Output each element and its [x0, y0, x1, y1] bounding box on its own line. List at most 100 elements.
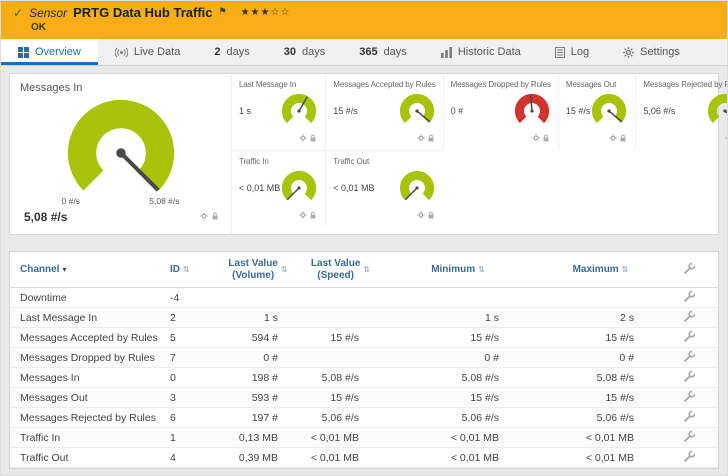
gauge-dial [398, 169, 436, 207]
priority-stars[interactable]: ★★★☆☆ [241, 7, 291, 18]
channel-row-traffic-in[interactable]: Traffic In10,13 MB< 0,01 MB< 0,01 MB< 0,… [10, 428, 718, 448]
gauge-actions [566, 129, 629, 147]
column-header-settings [668, 262, 708, 278]
channel-row-last-message-in[interactable]: Last Message In21 s1 s2 s [10, 308, 718, 328]
column-header-speed[interactable]: Last Value (Speed)⇅ [298, 258, 383, 282]
gauge-actions [333, 206, 435, 224]
gauge-lock-icon[interactable] [427, 129, 435, 147]
cell-id: 6 [170, 412, 218, 424]
gauge-traffic-out: Traffic Out< 0,01 MB [325, 150, 442, 226]
cell-max: < 0,01 MB [533, 452, 668, 464]
sort-icon: ⇅ [281, 265, 288, 274]
cell-id: 1 [170, 432, 218, 444]
main-gauge-label: Messages In [20, 82, 221, 94]
gauge-value: 0 # [451, 106, 464, 116]
channel-row-messages-rejected-by-rules[interactable]: Messages Rejected by Rules6197 #5,06 #/s… [10, 408, 718, 428]
priority-flag-icon[interactable]: ⚑ [219, 6, 227, 17]
cell-speed: < 0,01 MB [298, 432, 383, 444]
channel-table-body: Downtime-4Last Message In21 s1 s2 sMessa… [10, 288, 718, 468]
gauge-messages-out: Messages Out15 #/s [558, 74, 636, 150]
channel-settings-icon[interactable] [683, 450, 696, 466]
gauge-messages-dropped-by-rules: Messages Dropped by Rules0 # [443, 74, 558, 150]
column-header-min[interactable]: Minimum⇅ [383, 264, 533, 276]
column-header-vol[interactable]: Last Value (Volume)⇅ [218, 258, 298, 282]
column-header-id[interactable]: ID⇅ [170, 264, 218, 276]
cell-settings [668, 410, 708, 426]
main-gauge: Messages In 0 #/s 5,08 #/s 5,08 #/s [10, 74, 232, 234]
cell-settings [668, 330, 708, 346]
gauge-label: Last Message In [239, 80, 318, 89]
gauge-lock-icon[interactable] [211, 207, 219, 225]
gauge-settings-icon[interactable] [299, 129, 307, 147]
main-gauge-value: 5,08 #/s [24, 210, 67, 224]
gauge-label: Messages Out [566, 80, 629, 89]
cell-min: 1 s [383, 312, 533, 324]
sort-icon: ⇅ [363, 265, 370, 274]
gauge-value: < 0,01 MB [239, 183, 280, 193]
gauge-dial [280, 92, 318, 130]
channel-row-traffic-out[interactable]: Traffic Out40,39 MB< 0,01 MB< 0,01 MB< 0… [10, 448, 718, 468]
cell-speed: < 0,01 MB [298, 452, 383, 464]
channel-settings-icon[interactable] [683, 390, 696, 406]
gauge-value: 5,06 #/s [643, 106, 675, 116]
channel-settings-icon[interactable] [683, 430, 696, 446]
gauge-body: < 0,01 MB [333, 169, 435, 207]
cell-settings [668, 350, 708, 366]
channel-row-messages-dropped-by-rules[interactable]: Messages Dropped by Rules70 #0 #0 # [10, 348, 718, 368]
channel-row-messages-accepted-by-rules[interactable]: Messages Accepted by Rules5594 #15 #/s15… [10, 328, 718, 348]
cell-vol: 197 # [218, 412, 298, 424]
tab-overview[interactable]: Overview [1, 39, 98, 65]
channel-row-messages-out[interactable]: Messages Out3593 #15 #/s15 #/s15 #/s [10, 388, 718, 408]
gauge-lock-icon[interactable] [427, 206, 435, 224]
tab-label: Historic Data [458, 46, 521, 58]
channel-row-downtime[interactable]: Downtime-4 [10, 288, 718, 308]
gauge-settings-icon[interactable] [299, 206, 307, 224]
gauge-actions [239, 206, 318, 224]
live-data-icon [115, 47, 128, 58]
gauge-lock-icon[interactable] [309, 206, 317, 224]
channel-settings-icon[interactable] [683, 290, 696, 306]
gauge-label: Messages Rejected by Rules [643, 80, 728, 89]
main-gauge-actions [200, 207, 219, 225]
gauge-settings-icon[interactable] [532, 129, 540, 147]
cell-min: 0 # [383, 352, 533, 364]
gauge-body: 0 # [451, 92, 551, 130]
cell-max: < 0,01 MB [533, 432, 668, 444]
wrench-icon[interactable] [683, 262, 696, 278]
channel-settings-icon[interactable] [683, 370, 696, 386]
gauge-settings-icon[interactable] [609, 129, 617, 147]
channel-settings-icon[interactable] [683, 310, 696, 326]
gauge-settings-icon[interactable] [417, 129, 425, 147]
gauge-lock-icon[interactable] [542, 129, 550, 147]
gauge-dial [280, 169, 318, 207]
channel-settings-icon[interactable] [683, 350, 696, 366]
column-header-channel[interactable]: Channel▾ [20, 264, 170, 276]
small-gauges-grid: Last Message In1 sMessages Accepted by R… [232, 74, 728, 234]
object-kind-label: Sensor [29, 6, 67, 20]
gauge-value: 15 #/s [333, 106, 358, 116]
channel-settings-icon[interactable] [683, 410, 696, 426]
tab-2-days[interactable]: 2days [197, 39, 266, 65]
gear-icon [623, 47, 634, 58]
channel-settings-icon[interactable] [683, 330, 696, 346]
sort-icon: ⇅ [478, 265, 485, 274]
tab-historic-data[interactable]: Historic Data [424, 39, 538, 65]
tab-365-days[interactable]: 365days [342, 39, 424, 65]
cell-vol: 0 # [218, 352, 298, 364]
cell-settings [668, 290, 708, 306]
gauge-value: < 0,01 MB [333, 183, 374, 193]
gauge-settings-icon[interactable] [417, 206, 425, 224]
tab-label: days [384, 46, 407, 58]
cell-max: 5,08 #/s [533, 372, 668, 384]
tab-settings[interactable]: Settings [606, 39, 697, 65]
gauge-settings-icon[interactable] [200, 207, 208, 225]
channel-row-messages-in[interactable]: Messages In0198 #5,08 #/s5,08 #/s5,08 #/… [10, 368, 718, 388]
cell-min: 5,08 #/s [383, 372, 533, 384]
gauge-lock-icon[interactable] [309, 129, 317, 147]
tab-30-days[interactable]: 30days [267, 39, 343, 65]
cell-channel: Messages Dropped by Rules [20, 352, 170, 364]
gauge-lock-icon[interactable] [619, 129, 627, 147]
tab-live-data[interactable]: Live Data [98, 39, 197, 65]
column-header-max[interactable]: Maximum⇅ [533, 264, 668, 276]
tab-log[interactable]: Log [538, 39, 606, 65]
